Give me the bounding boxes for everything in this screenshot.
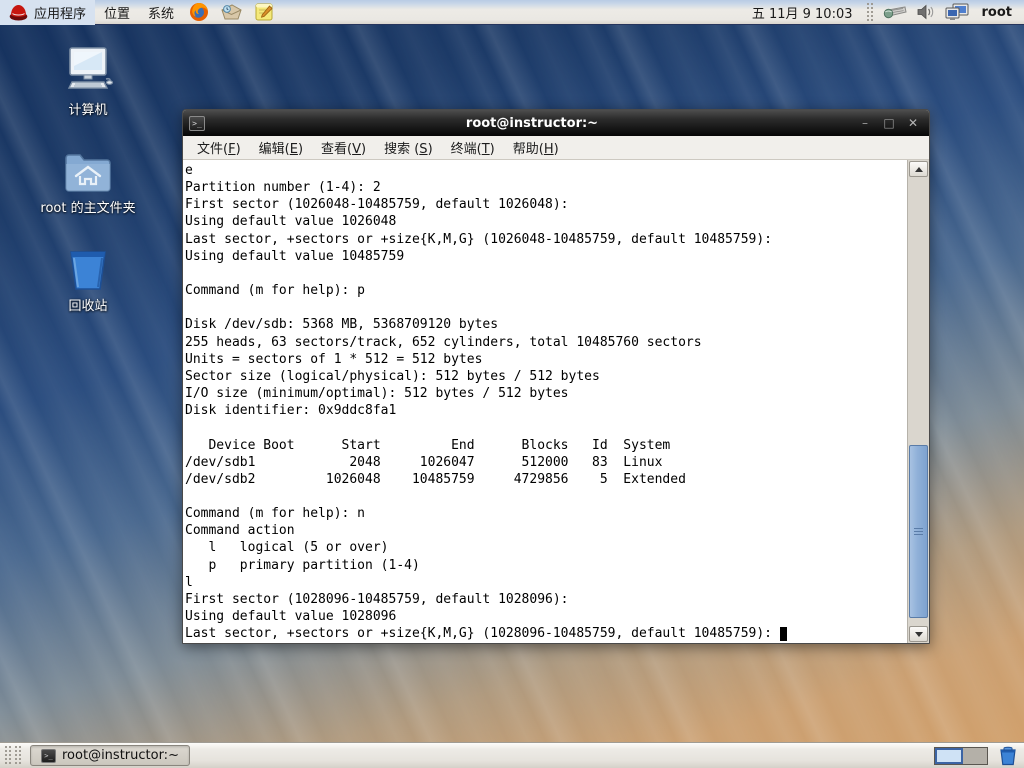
redhat-logo-icon xyxy=(9,4,28,20)
gedit-icon xyxy=(255,3,273,21)
menu-file-accesskey: F xyxy=(228,142,236,157)
minimize-button[interactable]: – xyxy=(859,117,871,129)
speaker-icon xyxy=(917,4,933,20)
terminal-output[interactable]: e Partition number (1-4): 2 First sector… xyxy=(185,162,905,643)
menu-terminal-accesskey: T xyxy=(481,142,490,157)
close-button[interactable]: ✕ xyxy=(907,117,919,129)
menu-search-label: 搜索 ( xyxy=(384,142,420,157)
menu-terminal-label: 终端( xyxy=(450,142,482,157)
desktop-icon-trash[interactable]: 回收站 xyxy=(18,240,158,314)
task-label: root@instructor:~ xyxy=(62,748,179,763)
display-tray[interactable] xyxy=(940,0,974,25)
menu-edit-label: 编辑( xyxy=(258,142,290,157)
desktop-icon-home-folder[interactable]: root 的主文件夹 xyxy=(18,142,158,216)
panel-grip-handle[interactable] xyxy=(865,1,875,23)
terminal-content-area[interactable]: e Partition number (1-4): 2 First sector… xyxy=(183,160,929,643)
menu-file[interactable]: 文件(F) xyxy=(188,135,250,160)
menu-search[interactable]: 搜索 (S) xyxy=(375,135,442,160)
maximize-button[interactable]: □ xyxy=(883,117,895,129)
computer-icon xyxy=(18,44,158,96)
terminal-icon-glyph: >_ xyxy=(192,118,202,128)
menu-view-accesskey: V xyxy=(352,142,361,157)
system-menu[interactable]: 系统 xyxy=(139,0,183,25)
desktop-icon-column: 计算机 root 的主文件夹 回收站 xyxy=(18,44,158,338)
scrollbar-grip-icon xyxy=(914,527,923,536)
window-title: root@instructor:~ xyxy=(465,115,599,131)
system-menu-label: 系统 xyxy=(148,6,175,22)
home-folder-icon xyxy=(18,142,158,194)
terminal-window: >_ root@instructor:~ – □ ✕ 文件(F) 编辑(E) 查… xyxy=(182,109,930,644)
menu-file-label: 文件( xyxy=(197,142,229,157)
dual-monitor-icon xyxy=(945,3,968,20)
trash-applet[interactable] xyxy=(998,746,1018,768)
scroll-up-button[interactable] xyxy=(909,161,928,177)
terminal-icon-glyph: >_ xyxy=(44,751,53,760)
applications-menu-label: 应用程序 xyxy=(34,6,87,22)
menu-help[interactable]: 帮助(H) xyxy=(504,135,568,160)
user-switcher[interactable]: root xyxy=(974,5,1024,20)
terminal-icon: >_ xyxy=(189,115,205,131)
taskbar-grip-handle-2[interactable] xyxy=(14,745,23,766)
input-method-tray[interactable] xyxy=(878,0,912,25)
arrow-down-icon xyxy=(914,631,923,637)
terminal-icon: >_ xyxy=(41,748,56,763)
applications-menu[interactable]: 应用程序 xyxy=(0,0,96,25)
email-launcher[interactable] xyxy=(215,0,248,25)
terminal-output-text: e Partition number (1-4): 2 First sector… xyxy=(185,163,772,642)
bottom-taskbar: >_ root@instructor:~ xyxy=(0,742,1024,768)
places-menu[interactable]: 位置 xyxy=(95,0,139,25)
menu-help-label-end: ) xyxy=(553,142,559,157)
firefox-icon xyxy=(190,3,209,21)
desktop-icon-label: 计算机 xyxy=(68,103,108,118)
arrow-up-icon xyxy=(914,166,923,172)
menu-view-label-end: ) xyxy=(361,142,367,157)
keyboard-icon xyxy=(883,6,907,19)
menu-search-accesskey: S xyxy=(419,142,428,157)
scroll-down-button[interactable] xyxy=(909,626,928,642)
menu-edit[interactable]: 编辑(E) xyxy=(250,135,312,160)
menu-terminal[interactable]: 终端(T) xyxy=(442,135,504,160)
workspace-switcher xyxy=(934,747,988,765)
taskbar-grip-handle[interactable] xyxy=(4,745,13,766)
places-menu-label: 位置 xyxy=(104,6,131,22)
gedit-launcher[interactable] xyxy=(248,0,280,25)
menu-terminal-label-end: ) xyxy=(489,142,495,157)
menu-view[interactable]: 查看(V) xyxy=(312,135,375,160)
window-controls: – □ ✕ xyxy=(859,117,923,129)
volume-tray[interactable] xyxy=(912,0,940,25)
desktop-icon-label: root 的主文件夹 xyxy=(40,201,136,216)
menu-edit-label-end: ) xyxy=(297,142,304,157)
trash-icon xyxy=(18,240,158,292)
menu-help-label: 帮助( xyxy=(512,142,544,157)
terminal-window-titlebar[interactable]: >_ root@instructor:~ – □ ✕ xyxy=(183,110,929,136)
workspace-2[interactable] xyxy=(963,748,987,764)
menu-edit-accesskey: E xyxy=(289,142,298,157)
desktop-icon-label: 回收站 xyxy=(68,299,108,314)
menu-search-label-end: ) xyxy=(427,142,433,157)
menu-view-label: 查看( xyxy=(321,142,353,157)
firefox-launcher[interactable] xyxy=(183,0,215,25)
clock-applet[interactable]: 五 11月 9 10:03 xyxy=(742,3,863,22)
workspace-1[interactable] xyxy=(935,748,963,764)
menu-help-accesskey: H xyxy=(543,142,554,157)
terminal-cursor xyxy=(779,627,787,642)
desktop-icon-computer[interactable]: 计算机 xyxy=(18,44,158,118)
trash-icon xyxy=(1000,746,1016,766)
menu-file-label-end: ) xyxy=(235,142,241,157)
terminal-menubar: 文件(F) 编辑(E) 查看(V) 搜索 (S) 终端(T) 帮助(H) xyxy=(183,136,929,160)
taskbar-task-terminal[interactable]: >_ root@instructor:~ xyxy=(30,745,190,766)
evolution-mail-icon xyxy=(221,4,242,20)
terminal-scrollbar[interactable] xyxy=(907,160,929,643)
desktop: { "icons": { "terminal_glyph": ">_", "wi… xyxy=(0,0,1024,768)
scrollbar-thumb[interactable] xyxy=(909,445,928,618)
top-panel: 应用程序 位置 系统 五 11月 9 10:03 root xyxy=(0,0,1024,25)
